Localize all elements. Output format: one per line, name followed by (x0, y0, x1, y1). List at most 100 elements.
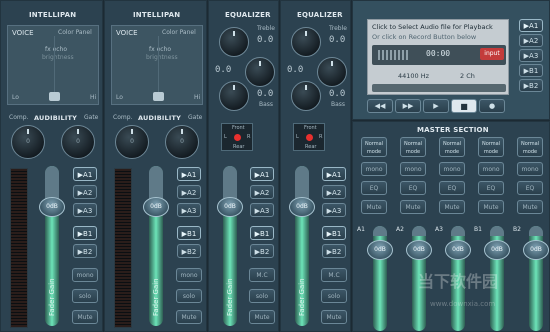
master-fader-cap-a3[interactable]: 0dB (445, 240, 471, 260)
player-bus-a3[interactable]: ▶A3 (519, 49, 543, 62)
bus-a2-button[interactable]: ▶A2 (177, 185, 201, 199)
rewind-button[interactable]: ◀◀ (367, 99, 393, 113)
player-bus-a2[interactable]: ▶A2 (519, 34, 543, 47)
pad-handle[interactable] (153, 92, 164, 101)
intellipan-pad[interactable]: VOICE Color Panel fx echo brightness Lo … (7, 25, 99, 105)
player-bus-b1[interactable]: ▶B1 (519, 64, 543, 77)
fader-cap[interactable]: 0dB (289, 197, 315, 217)
mute-button[interactable]: Mute (249, 310, 275, 324)
mid-knob[interactable] (245, 57, 275, 87)
master-eq-a2[interactable]: EQ (400, 181, 426, 195)
bus-b1-button[interactable]: ▶B1 (322, 226, 346, 240)
master-mute-b1[interactable]: Mute (478, 200, 504, 214)
master-eq-b1[interactable]: EQ (478, 181, 504, 195)
gate-value: 0 (76, 138, 80, 145)
comp-knob[interactable]: 0 (11, 125, 45, 159)
gate-knob[interactable]: 0 (61, 125, 95, 159)
mute-button[interactable]: Mute (176, 310, 202, 324)
treble-value: 0.0 (329, 35, 346, 45)
bus-b2-button[interactable]: ▶B2 (322, 244, 346, 258)
bus-b1-button[interactable]: ▶B1 (73, 226, 97, 240)
master-mute-a3[interactable]: Mute (439, 200, 465, 214)
master-mute-a2[interactable]: Mute (400, 200, 426, 214)
surround-panner[interactable]: Front L R Rear (221, 123, 253, 151)
master-mute-a1[interactable]: Mute (361, 200, 387, 214)
master-mono-a3[interactable]: mono (439, 162, 465, 176)
bus-a2-button[interactable]: ▶A2 (250, 185, 274, 199)
bus-b2-button[interactable]: ▶B2 (177, 244, 201, 258)
mc-button[interactable]: M.C (321, 268, 347, 282)
mono-button[interactable]: mono (72, 268, 98, 282)
master-fader-cap-b2[interactable]: 0dB (523, 240, 549, 260)
master-mono-b2[interactable]: mono (517, 162, 543, 176)
mute-button[interactable]: Mute (72, 310, 98, 324)
master-mono-a2[interactable]: mono (400, 162, 426, 176)
bus-a3-button[interactable]: ▶A3 (250, 203, 274, 217)
master-mode-b2[interactable]: Normal mode (517, 137, 543, 157)
bass-knob[interactable] (291, 81, 321, 111)
solo-button[interactable]: solo (176, 289, 202, 303)
bus-a2-button[interactable]: ▶A2 (322, 185, 346, 199)
panner-position[interactable] (234, 134, 241, 141)
panner-position[interactable] (306, 134, 313, 141)
solo-button[interactable]: solo (321, 289, 347, 303)
bus-a1-button[interactable]: ▶A1 (322, 167, 346, 181)
bus-b2-button[interactable]: ▶B2 (250, 244, 274, 258)
treble-knob[interactable] (219, 27, 249, 57)
record-button[interactable]: ● (479, 99, 505, 113)
playback-display[interactable]: Click to Select Audio file for Playback … (367, 19, 509, 95)
bus-a3-button[interactable]: ▶A3 (322, 203, 346, 217)
play-button[interactable]: ▶ (423, 99, 449, 113)
master-mode-b1[interactable]: Normal mode (478, 137, 504, 157)
mid-knob[interactable] (317, 57, 347, 87)
intellipan-pad[interactable]: VOICE Color Panel fx echo brightness Lo … (111, 25, 203, 105)
mc-button[interactable]: M.C (249, 268, 275, 282)
bus-b1-button[interactable]: ▶B1 (177, 226, 201, 240)
bus-b2-button[interactable]: ▶B2 (73, 244, 97, 258)
pad-handle[interactable] (49, 92, 60, 101)
player-panel: Click to Select Audio file for Playback … (352, 0, 550, 120)
surround-panner[interactable]: Front L R Rear (293, 123, 325, 151)
master-mono-a1[interactable]: mono (361, 162, 387, 176)
fader-cap[interactable]: 0dB (217, 197, 243, 217)
bus-a3-button[interactable]: ▶A3 (73, 203, 97, 217)
gate-value: 0 (180, 138, 184, 145)
fast-forward-button[interactable]: ▶▶ (395, 99, 421, 113)
master-eq-b2[interactable]: EQ (517, 181, 543, 195)
pad-name: VOICE (12, 29, 34, 37)
player-bus-b2[interactable]: ▶B2 (519, 79, 543, 92)
bus-a1-button[interactable]: ▶A1 (177, 167, 201, 181)
master-mode-a3[interactable]: Normal mode (439, 137, 465, 157)
master-fader-cap-a2[interactable]: 0dB (406, 240, 432, 260)
bus-b1-button[interactable]: ▶B1 (250, 226, 274, 240)
mute-button[interactable]: Mute (321, 310, 347, 324)
gate-knob[interactable]: 0 (165, 125, 199, 159)
comp-knob[interactable]: 0 (115, 125, 149, 159)
bass-value: 0.0 (329, 89, 346, 99)
bus-a1-button[interactable]: ▶A1 (250, 167, 274, 181)
bus-a3-button[interactable]: ▶A3 (177, 203, 201, 217)
solo-button[interactable]: solo (249, 289, 275, 303)
solo-button[interactable]: solo (72, 289, 98, 303)
master-eq-a3[interactable]: EQ (439, 181, 465, 195)
master-fader-cap-b1[interactable]: 0dB (484, 240, 510, 260)
bus-a1-button[interactable]: ▶A1 (73, 167, 97, 181)
bass-knob[interactable] (219, 81, 249, 111)
master-mode-a1[interactable]: Normal mode (361, 137, 387, 157)
master-eq-a1[interactable]: EQ (361, 181, 387, 195)
player-bus-a1[interactable]: ▶A1 (519, 19, 543, 32)
treble-knob[interactable] (291, 27, 321, 57)
level-meter (10, 168, 28, 328)
channel-count: 2 Ch (460, 72, 475, 80)
master-mute-b2[interactable]: Mute (517, 200, 543, 214)
cassette-window: 00:00 input (372, 45, 506, 65)
bus-a2-button[interactable]: ▶A2 (73, 185, 97, 199)
master-fader-cap-a1[interactable]: 0dB (367, 240, 393, 260)
stop-button[interactable]: ■ (451, 99, 477, 113)
mono-button[interactable]: mono (176, 268, 202, 282)
input-button[interactable]: input (480, 48, 504, 60)
master-mono-b1[interactable]: mono (478, 162, 504, 176)
fader-cap[interactable]: 0dB (143, 197, 169, 217)
fader-cap[interactable]: 0dB (39, 197, 65, 217)
master-mode-a2[interactable]: Normal mode (400, 137, 426, 157)
